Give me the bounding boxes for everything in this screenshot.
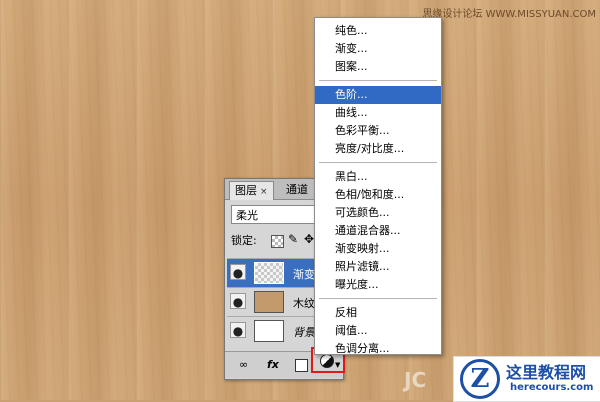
close-icon[interactable]: × — [260, 187, 268, 197]
menu-separator — [319, 80, 437, 81]
menu-item[interactable]: 阈值... — [315, 322, 441, 340]
tab-layers-label: 图层 — [235, 184, 257, 197]
menu-item[interactable]: 通道混合器... — [315, 222, 441, 240]
fx-icon[interactable]: fx — [267, 358, 279, 372]
layer-thumbnail — [254, 291, 284, 313]
logo-title: 这里教程网 — [506, 363, 587, 382]
layer-name: 木纹 — [293, 297, 315, 310]
eye-icon[interactable]: ● — [230, 293, 246, 309]
logo-url: herecours.com — [510, 382, 594, 393]
add-mask-icon[interactable] — [295, 359, 308, 372]
site-logo: Z 这里教程网 herecours.com — [453, 356, 600, 402]
eye-icon[interactable]: ● — [230, 264, 246, 280]
blend-mode-value: 柔光 — [236, 209, 258, 222]
eye-icon[interactable]: ● — [230, 322, 246, 338]
menu-item[interactable]: 亮度/对比度... — [315, 140, 441, 158]
menu-item[interactable]: 纯色... — [315, 22, 441, 40]
menu-item[interactable]: 可选颜色... — [315, 204, 441, 222]
menu-item[interactable]: 曲线... — [315, 104, 441, 122]
layer-name: 渐变 — [293, 268, 315, 281]
tab-layers[interactable]: 图层 × — [229, 181, 274, 200]
layer-thumbnail — [254, 320, 284, 342]
lock-transparency-icon[interactable] — [271, 235, 284, 248]
lock-label: 锁定: — [231, 234, 257, 247]
menu-item[interactable]: 渐变... — [315, 40, 441, 58]
menu-item[interactable]: 渐变映射... — [315, 240, 441, 258]
lock-brush-icon[interactable]: ✎ — [288, 233, 299, 245]
watermark-text: 思缘设计论坛 WWW.MISSYUAN.COM — [422, 9, 596, 20]
menu-item[interactable]: 曝光度... — [315, 276, 441, 294]
menu-separator — [319, 298, 437, 299]
menu-separator — [319, 162, 437, 163]
menu-item[interactable]: 照片滤镜... — [315, 258, 441, 276]
menu-item[interactable]: 图案... — [315, 58, 441, 76]
menu-item[interactable]: 色相/饱和度... — [315, 186, 441, 204]
tab-channels[interactable]: 通道 — [281, 181, 313, 199]
adjustment-menu: 纯色... 渐变... 图案... 色阶... 曲线... 色彩平衡... 亮度/对比度..… — [314, 17, 442, 355]
link-layers-icon[interactable]: ∞ — [239, 358, 255, 372]
caret-down-icon: ▼ — [335, 361, 341, 369]
menu-item[interactable]: 色调分离... — [315, 340, 441, 358]
layer-thumbnail — [254, 262, 284, 284]
menu-item[interactable]: 色彩平衡... — [315, 122, 441, 140]
menu-item[interactable]: 反相 — [315, 304, 441, 322]
menu-item[interactable]: 色阶... — [315, 86, 441, 104]
logo-z-icon: Z — [460, 359, 500, 399]
menu-item[interactable]: 黑白... — [315, 168, 441, 186]
watermark-jc: JC — [404, 368, 427, 392]
layer-name: 背景 — [293, 326, 315, 339]
